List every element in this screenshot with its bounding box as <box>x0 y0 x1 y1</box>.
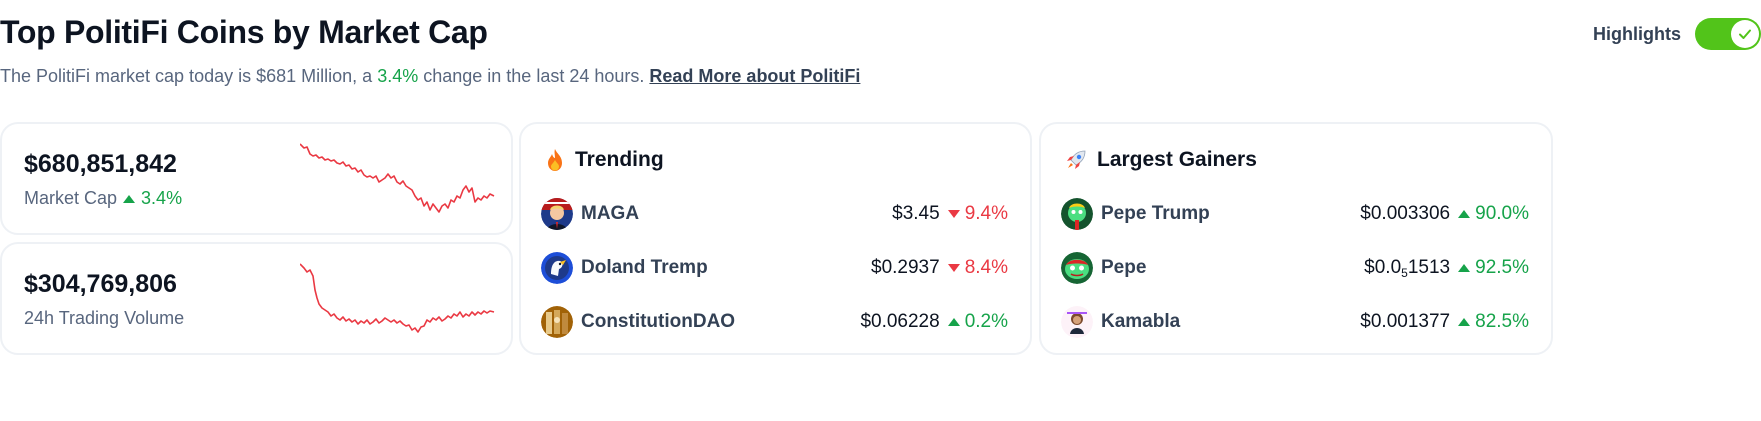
gainer-coin-price: $0.003306 <box>1360 203 1451 224</box>
trending-coin-name: MAGA <box>581 203 640 224</box>
gainer-coin-price: $0.051513 <box>1364 257 1450 280</box>
gainer-coin-change-value: 82.5% <box>1475 311 1529 332</box>
gainer-coin-price: $0.001377 <box>1360 311 1451 332</box>
trending-coin-price: $3.45 <box>892 203 940 224</box>
trending-coin-change: 8.4% <box>947 257 1008 279</box>
highlights-toggle[interactable] <box>1695 18 1761 50</box>
check-icon <box>1739 29 1751 39</box>
trending-coin-price: $0.06228 <box>860 311 940 332</box>
gainer-coin-change-value: 90.0% <box>1475 203 1529 224</box>
price-prefix: $0.0 <box>1364 256 1402 278</box>
largest-gainers-title-text: Largest Gainers <box>1097 148 1257 171</box>
largest-gainers-title: Largest Gainers <box>1065 148 1257 172</box>
pepe-trump-coin-icon <box>1061 198 1093 230</box>
page-subtitle: The PolitiFi market cap today is $681 Mi… <box>0 66 860 87</box>
subtitle-suffix: change in the last 24 hours. <box>423 66 645 86</box>
market-cap-label-row: Market Cap 3.4% <box>24 188 182 209</box>
caret-up-icon <box>123 194 136 203</box>
trending-coin-change-value: 0.2% <box>964 311 1008 332</box>
page-title: Top PolitiFi Coins by Market Cap <box>0 14 488 50</box>
gainer-coin-change: 92.5% <box>1458 257 1529 279</box>
fire-icon <box>548 149 562 171</box>
gainers-row-pepe-trump[interactable]: Pepe Trump $0.003306 90.0% <box>1061 194 1529 234</box>
caret-down-icon <box>947 264 960 272</box>
gainer-coin-name: Pepe <box>1101 257 1147 278</box>
trading-volume-value: $304,769,806 <box>24 270 177 298</box>
pepe-coin-icon <box>1061 252 1093 284</box>
caret-up-icon <box>1458 264 1471 272</box>
caret-up-icon <box>1458 318 1471 326</box>
trending-coin-price: $0.2937 <box>871 257 940 278</box>
market-cap-card[interactable]: $680,851,842 Market Cap 3.4% <box>0 122 513 235</box>
gainer-coin-change: 90.0% <box>1458 203 1529 225</box>
toggle-knob <box>1731 20 1759 48</box>
subtitle-prefix: The PolitiFi market cap today is $681 Mi… <box>0 66 373 86</box>
trending-coin-change-value: 9.4% <box>964 203 1008 224</box>
trending-row-constitutiondao[interactable]: ConstitutionDAO $0.06228 0.2% <box>541 302 1008 342</box>
caret-down-icon <box>947 210 960 218</box>
maga-coin-icon <box>541 198 573 230</box>
trending-coin-name: ConstitutionDAO <box>581 311 736 332</box>
read-more-link[interactable]: Read More about PolitiFi <box>649 66 860 86</box>
market-cap-label: Market Cap <box>24 188 118 208</box>
trading-volume-label-text: 24h Trading Volume <box>24 308 185 328</box>
highlights-control: Highlights <box>1593 18 1761 50</box>
trading-volume-card[interactable]: $304,769,806 24h Trading Volume <box>0 242 513 355</box>
kamabla-coin-icon <box>1061 306 1093 338</box>
doland-tremp-coin-icon <box>541 252 573 284</box>
gainers-row-pepe[interactable]: Pepe $0.051513 92.5% <box>1061 248 1529 288</box>
rocket-icon <box>1067 150 1086 169</box>
market-cap-change: 3.4% <box>141 188 183 208</box>
price-subscript-zeros: 5 <box>1401 265 1408 280</box>
gainers-row-kamabla[interactable]: Kamabla $0.001377 82.5% <box>1061 302 1529 342</box>
trending-coin-change: 9.4% <box>947 203 1008 225</box>
caret-up-icon <box>1458 210 1471 218</box>
caret-up-icon <box>947 318 960 326</box>
subtitle-change: 3.4% <box>377 66 419 86</box>
trading-volume-sparkline <box>300 263 495 333</box>
gainer-coin-change: 82.5% <box>1458 311 1529 333</box>
trending-row-maga[interactable]: MAGA $3.45 9.4% <box>541 194 1008 234</box>
trending-title: Trending <box>545 148 664 172</box>
trading-volume-label: 24h Trading Volume <box>24 308 184 329</box>
trending-title-text: Trending <box>575 148 664 171</box>
gainer-coin-name: Kamabla <box>1101 311 1181 332</box>
trending-card: Trending MAGA $3.45 9.4% Doland Tremp $0… <box>519 122 1032 355</box>
trending-coin-change-value: 8.4% <box>964 257 1008 278</box>
highlights-label: Highlights <box>1593 23 1681 44</box>
gainer-coin-change-value: 92.5% <box>1475 257 1529 278</box>
market-cap-value: $680,851,842 <box>24 150 177 178</box>
largest-gainers-card: Largest Gainers Pepe Trump $0.003306 90.… <box>1039 122 1553 355</box>
constitutiondao-coin-icon <box>541 306 573 338</box>
trending-coin-change: 0.2% <box>947 311 1008 333</box>
gainer-coin-name: Pepe Trump <box>1101 203 1210 224</box>
price-suffix: 1513 <box>1407 256 1451 278</box>
trending-coin-name: Doland Tremp <box>581 257 708 278</box>
market-cap-sparkline <box>300 143 495 213</box>
trending-row-doland-tremp[interactable]: Doland Tremp $0.2937 8.4% <box>541 248 1008 288</box>
